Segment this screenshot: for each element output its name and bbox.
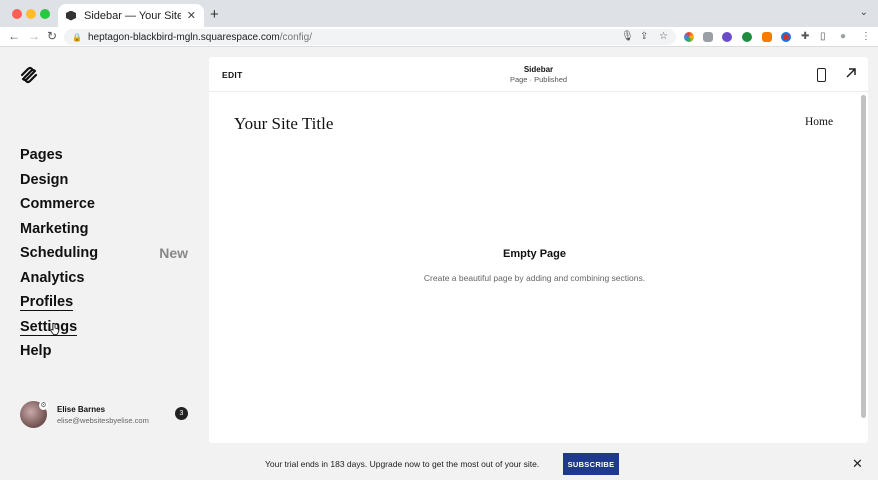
empty-page-description: Create a beautiful page by adding and co… xyxy=(423,273,646,283)
extension-orange-icon[interactable] xyxy=(762,32,772,42)
extension-record-icon[interactable] xyxy=(781,32,791,42)
sidebar-item-scheduling[interactable]: Scheduling New xyxy=(20,243,190,268)
sidebar-item-help[interactable]: Help xyxy=(20,341,190,366)
extension-purple-icon[interactable] xyxy=(722,32,732,42)
browser-toolbar: ← → ↻ 🔒 heptagon-blackbird-mgln.squaresp… xyxy=(0,27,878,47)
mouse-pointer-icon xyxy=(50,323,60,335)
sidebar-item-design[interactable]: Design xyxy=(20,170,190,195)
side-panel-icon[interactable]: ▯ xyxy=(820,31,826,42)
trial-banner-text: Your trial ends in 183 days. Upgrade now… xyxy=(265,459,540,469)
extension-camera-icon[interactable] xyxy=(703,32,713,42)
browser-menu-icon[interactable]: ⋮ xyxy=(861,31,871,42)
extensions-puzzle-icon[interactable]: ✚ xyxy=(801,31,809,42)
microphone-icon[interactable]: 🎙 xyxy=(621,31,634,42)
sidebar-item-label: Profiles xyxy=(20,294,74,311)
sidebar-item-marketing[interactable]: Marketing xyxy=(20,219,190,244)
page-status: Page · Published xyxy=(509,75,568,84)
close-banner-icon[interactable]: ✕ xyxy=(852,457,863,470)
address-bar[interactable]: 🔒 heptagon-blackbird-mgln.squarespace.co… xyxy=(64,29,676,45)
scrollbar-thumb[interactable] xyxy=(861,95,866,418)
profile-icon[interactable]: ● xyxy=(840,31,846,42)
new-tab-button[interactable]: + xyxy=(210,6,219,23)
user-name: Elise Barnes xyxy=(57,405,106,414)
browser-tab-strip: Sidebar — Your Site Title ✕ + ⌄ xyxy=(0,0,878,27)
browser-tab[interactable]: Sidebar — Your Site Title ✕ xyxy=(58,4,204,27)
url-path: /config/ xyxy=(279,31,312,43)
maximize-window-button[interactable] xyxy=(40,9,50,19)
extension-shield-icon[interactable] xyxy=(742,32,752,42)
tab-close-icon[interactable]: ✕ xyxy=(187,9,196,22)
sidebar-item-label: Design xyxy=(20,171,69,188)
sidebar-item-label: Scheduling xyxy=(20,245,99,261)
back-icon[interactable]: ← xyxy=(8,29,20,43)
page-name: Sidebar xyxy=(523,65,554,74)
sidebar-item-settings[interactable]: Settings xyxy=(20,317,190,342)
sidebar-item-analytics[interactable]: Analytics xyxy=(20,268,190,293)
new-badge: New xyxy=(159,245,188,261)
bookmark-star-icon[interactable]: ☆ xyxy=(659,31,668,42)
sidebar-nav: Pages Design Commerce Marketing Scheduli… xyxy=(20,145,190,366)
sidebar-item-label: Marketing xyxy=(20,220,89,237)
squarespace-favicon-icon xyxy=(66,10,76,21)
site-nav-home-link[interactable]: Home xyxy=(805,116,833,128)
user-email: elise@websitesbyelise.com xyxy=(57,416,149,425)
extension-color-icon[interactable] xyxy=(684,32,694,42)
notification-count-badge[interactable]: 3 xyxy=(175,407,188,420)
open-external-arrow-icon[interactable] xyxy=(845,67,857,79)
sidebar-item-commerce[interactable]: Commerce xyxy=(20,194,190,219)
sidebar-item-label: Pages xyxy=(20,147,63,163)
tab-search-icon[interactable]: ⌄ xyxy=(860,7,868,18)
tab-title: Sidebar — Your Site Title xyxy=(84,9,181,22)
sidebar-item-label: Commerce xyxy=(20,196,95,212)
squarespace-logo-icon[interactable] xyxy=(19,66,39,84)
editor-header: EDIT Sidebar Page · Published xyxy=(209,57,868,92)
empty-page-title: Empty Page xyxy=(503,248,566,260)
sidebar-item-profiles[interactable]: Profiles xyxy=(20,292,190,317)
lock-icon: 🔒 xyxy=(72,32,82,42)
sidebar-item-label: Settings xyxy=(20,318,78,336)
sidebar-item-label: Analytics xyxy=(20,269,85,286)
forward-icon[interactable]: → xyxy=(28,29,40,43)
url-host: heptagon-blackbird-mgln.squarespace.com xyxy=(87,31,280,43)
sidebar-item-pages[interactable]: Pages xyxy=(20,145,190,170)
close-window-button[interactable] xyxy=(12,9,22,19)
trial-banner: Your trial ends in 183 days. Upgrade now… xyxy=(0,448,878,480)
share-icon[interactable]: ⇪ xyxy=(640,31,648,42)
site-title[interactable]: Your Site Title xyxy=(234,114,333,134)
account-gear-icon: ⚙ xyxy=(39,401,48,410)
user-account[interactable]: ⚙ Elise Barnes elise@websitesbyelise.com… xyxy=(20,401,190,429)
sidebar-item-label: Help xyxy=(20,343,52,359)
mobile-preview-icon[interactable] xyxy=(817,68,826,82)
subscribe-button[interactable]: SUBSCRIBE xyxy=(563,453,619,475)
minimize-window-button[interactable] xyxy=(26,9,36,19)
page-editor-panel: EDIT Sidebar Page · Published Your Site … xyxy=(209,57,868,443)
reload-icon[interactable]: ↻ xyxy=(47,29,57,43)
